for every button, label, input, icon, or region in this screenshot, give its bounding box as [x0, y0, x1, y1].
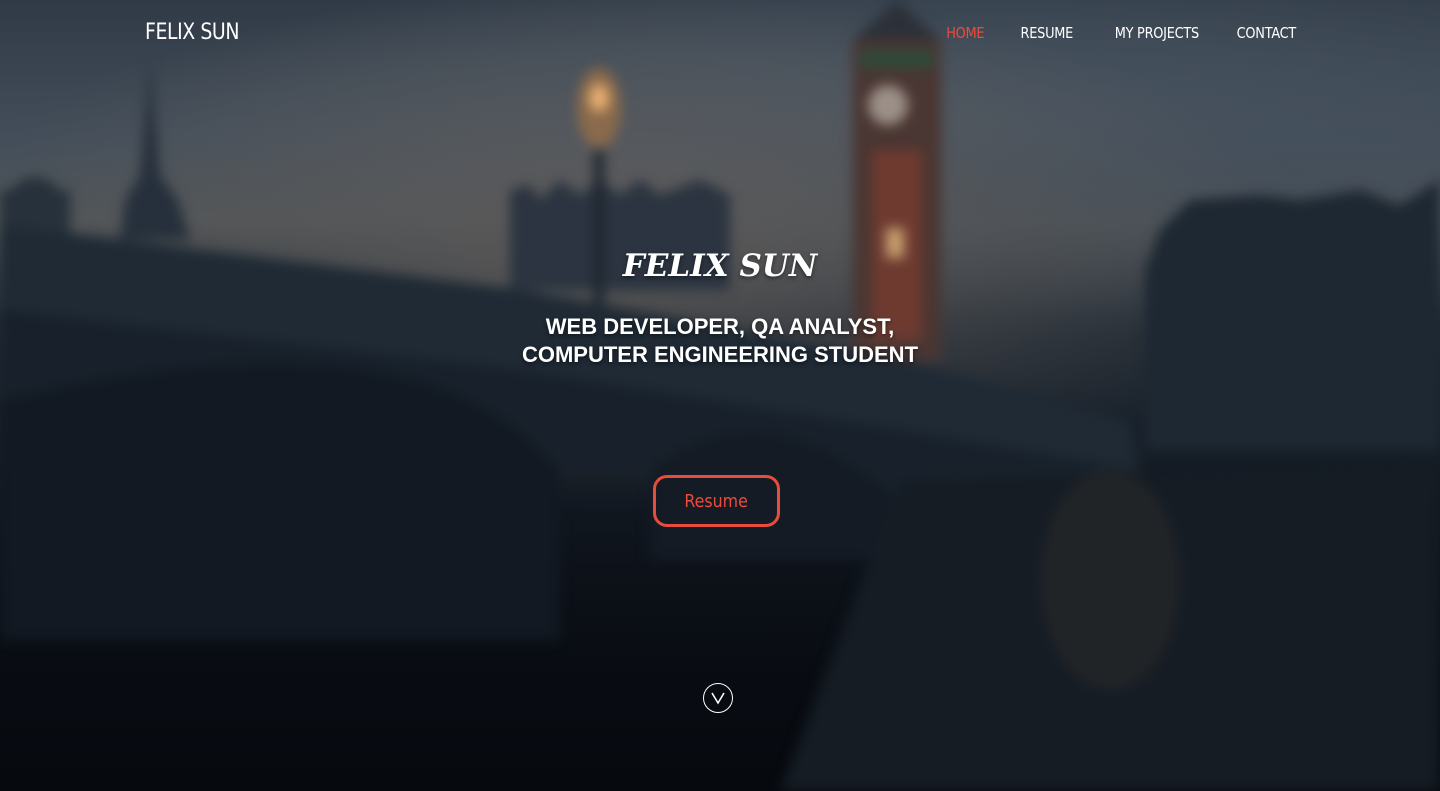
site-logo[interactable]: FELIX SUN	[145, 20, 240, 45]
resume-button-label: Resume	[684, 490, 749, 512]
london-skyline-illustration	[0, 0, 1440, 791]
hero-subtitle-line-1: WEB DEVELOPER, QA ANALYST,	[545, 314, 895, 339]
nav-resume[interactable]: RESUME	[1021, 24, 1074, 42]
nav-contact[interactable]: CONTACT	[1237, 24, 1297, 42]
background-image	[0, 0, 1440, 791]
hero-section: FELIX SUN HOME RESUME MY PROJECTS CONTAC…	[0, 0, 1440, 791]
hero-subtitle-line-2: COMPUTER ENGINEERING STUDENT	[521, 342, 919, 367]
chevron-down-icon	[711, 692, 725, 705]
nav-my-projects[interactable]: MY PROJECTS	[1115, 24, 1199, 42]
main-navigation: HOME RESUME MY PROJECTS CONTACT	[940, 24, 1296, 42]
scroll-down-button[interactable]	[703, 683, 733, 713]
hero-title: FELIX SUN	[622, 248, 818, 284]
hero-subtitle: WEB DEVELOPER, QA ANALYST, COMPUTER ENGI…	[0, 313, 1440, 369]
resume-button[interactable]: Resume	[653, 475, 780, 527]
nav-home[interactable]: HOME	[946, 24, 984, 42]
